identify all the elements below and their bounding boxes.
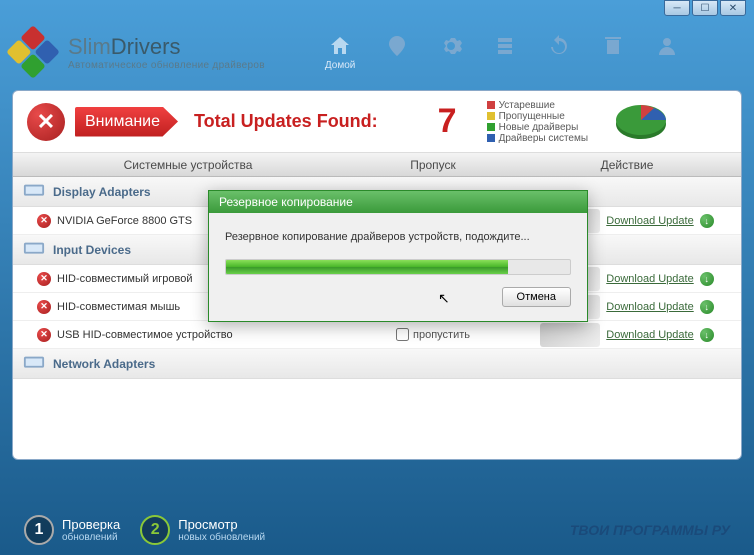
dialog-message: Резервное копирование драйверов устройст…	[225, 231, 571, 243]
brand-title: SlimDrivers	[68, 34, 265, 60]
minimize-button[interactable]: ─	[664, 0, 690, 16]
download-link[interactable]: Download Update	[606, 329, 693, 341]
backup-dialog: Резервное копирование Резервное копирова…	[208, 190, 588, 322]
category-icon	[23, 355, 45, 373]
device-name: HID-совместимая мышь	[57, 301, 180, 313]
category-name: Input Devices	[53, 243, 131, 257]
step-1-sub: обновлений	[62, 532, 120, 543]
backup-icon	[493, 34, 517, 58]
device-name: HID-совместимый игровой	[57, 273, 192, 285]
step-1-number: 1	[24, 515, 54, 545]
progress-bar	[225, 259, 571, 275]
home-icon	[328, 34, 352, 58]
nav-uninstall[interactable]	[601, 34, 625, 60]
download-icon: ↓	[700, 300, 714, 314]
download-icon: ↓	[700, 272, 714, 286]
alert-title: Total Updates Found:	[194, 111, 378, 132]
step-1-title: Проверка	[62, 517, 120, 532]
header: SlimDrivers Автоматическое обновление др…	[0, 18, 754, 78]
step-2-sub: новых обновлений	[178, 532, 265, 543]
device-preview	[540, 323, 600, 347]
alert-icon: ✕	[27, 103, 65, 141]
uninstall-icon	[601, 34, 625, 58]
outdated-icon: ✕	[37, 214, 51, 228]
col-device: Системные устройства	[13, 158, 353, 172]
nav-backup[interactable]	[493, 34, 517, 60]
category-icon	[23, 183, 45, 201]
brand-subtitle: Автоматическое обновление драйверов	[68, 60, 265, 71]
category-row[interactable]: Network Adapters	[13, 349, 741, 379]
download-link[interactable]: Download Update	[606, 301, 693, 313]
footer: 1 Проверка обновлений 2 Просмотр новых о…	[24, 515, 730, 545]
step-2-title: Просмотр	[178, 517, 265, 532]
device-name: USB HID-совместимое устройство	[57, 329, 233, 341]
legend-system: Драйверы системы	[499, 133, 588, 144]
outdated-icon: ✕	[37, 328, 51, 342]
legend: Устаревшие Пропущенные Новые драйверы Др…	[487, 100, 588, 144]
nav-restore[interactable]	[547, 34, 571, 60]
pie-chart	[614, 102, 669, 142]
outdated-icon: ✕	[37, 300, 51, 314]
skip-label: пропустить	[413, 329, 470, 341]
legend-missed: Пропущенные	[499, 111, 565, 122]
col-skip: Пропуск	[353, 158, 513, 172]
legend-new: Новые драйверы	[499, 122, 579, 133]
nav-home[interactable]: Домой	[325, 34, 355, 71]
legend-outdated: Устаревшие	[499, 100, 555, 111]
nav-home-label: Домой	[325, 60, 355, 71]
alert-badge: Внимание	[75, 107, 178, 137]
skip-checkbox[interactable]	[396, 328, 409, 341]
category-name: Display Adapters	[53, 185, 151, 199]
category-icon	[23, 241, 45, 259]
alert-bar: ✕ Внимание Total Updates Found: 7 Устаре…	[13, 91, 741, 153]
gear-icon	[439, 34, 463, 58]
download-icon: ↓	[700, 328, 714, 342]
download-link[interactable]: Download Update	[606, 215, 693, 227]
user-icon	[655, 34, 679, 58]
restore-icon	[547, 34, 571, 58]
watermark: ТВОИ ПРОГРАММЫ РУ	[570, 522, 730, 538]
nav-scan[interactable]	[385, 34, 409, 60]
download-icon: ↓	[700, 214, 714, 228]
step-2: 2 Просмотр новых обновлений	[140, 515, 265, 545]
step-2-number: 2	[140, 515, 170, 545]
nav-account[interactable]	[655, 34, 679, 60]
maximize-button[interactable]: ☐	[692, 0, 718, 16]
cancel-button[interactable]: Отмена	[502, 287, 571, 307]
outdated-icon: ✕	[37, 272, 51, 286]
logo: SlimDrivers Автоматическое обновление др…	[14, 33, 265, 71]
device-row: ✕ USB HID-совместимое устройство пропусти…	[13, 321, 741, 349]
col-action: Действие	[513, 158, 741, 172]
scan-icon	[385, 34, 409, 58]
table-header: Системные устройства Пропуск Действие	[13, 153, 741, 177]
close-button[interactable]: ✕	[720, 0, 746, 16]
category-name: Network Adapters	[53, 357, 155, 371]
download-link[interactable]: Download Update	[606, 273, 693, 285]
dialog-title: Резервное копирование	[209, 191, 587, 213]
step-1: 1 Проверка обновлений	[24, 515, 120, 545]
alert-count: 7	[438, 102, 457, 141]
nav-settings[interactable]	[439, 34, 463, 60]
device-name: NVIDIA GeForce 8800 GTS	[57, 215, 192, 227]
